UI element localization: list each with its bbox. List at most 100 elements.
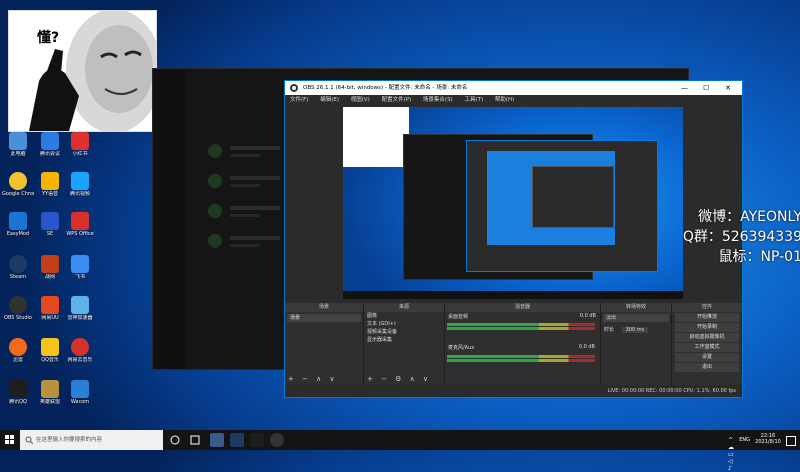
exit-button[interactable]: 退出 bbox=[675, 363, 739, 372]
studio-mode-button[interactable]: 工作室模式 bbox=[675, 343, 739, 352]
desktop-icon-xunlei[interactable]: 迅雷 bbox=[2, 338, 34, 363]
desktop-icon-yy[interactable]: YY语音 bbox=[34, 172, 66, 197]
background-app-row bbox=[208, 171, 288, 195]
menu-edit[interactable]: 编辑(E) bbox=[320, 97, 339, 103]
mixer-channel-name: 桌面音频 bbox=[448, 314, 469, 320]
menu-help[interactable]: 帮助(H) bbox=[495, 97, 514, 103]
meme-image: 懂? bbox=[8, 10, 157, 132]
qq-taskbar-icon[interactable] bbox=[250, 433, 264, 447]
start-virtual-camera-button[interactable]: 启动虚拟摄像机 bbox=[675, 333, 739, 342]
taskbar-search[interactable]: 在这里输入你要搜索的内容 bbox=[20, 430, 163, 450]
mixer-channel-db: 0.0 dB bbox=[578, 344, 595, 350]
desktop-icon-chrome[interactable]: Google Chrome bbox=[2, 172, 34, 197]
background-app-row bbox=[208, 201, 288, 225]
source-item-video-capture[interactable]: 视频采集设备 bbox=[364, 328, 444, 336]
task-view-grid-icon[interactable] bbox=[188, 433, 202, 447]
mixer-channel-db: 0.0 dB bbox=[579, 313, 596, 319]
desktop-icon-leishen[interactable]: 雷神加速器 bbox=[64, 296, 96, 321]
obs-taskbar-icon[interactable] bbox=[270, 433, 284, 447]
duration-label: 时长 bbox=[604, 327, 615, 333]
desktop-icon-se[interactable]: SE bbox=[34, 212, 66, 237]
tray-icons[interactable]: ^ ☁ ▭ ◁ ♪ bbox=[728, 437, 734, 472]
status-text: LIVE: 00:00:00 REC: 00:00:00 CPU: 1.1%, … bbox=[607, 388, 736, 394]
obs-titlebar[interactable]: OBS 26.1.1 (64-bit, windows) - 配置文件: 未命名… bbox=[285, 81, 742, 95]
desktop-icon-steam[interactable]: Steam bbox=[2, 255, 34, 280]
task-view-icon[interactable] bbox=[168, 433, 182, 447]
start-streaming-button[interactable]: 开始推流 bbox=[675, 313, 739, 322]
steam-taskbar-icon[interactable] bbox=[230, 433, 244, 447]
language-indicator[interactable]: ENG bbox=[739, 437, 750, 443]
menu-file[interactable]: 文件(F) bbox=[290, 97, 308, 103]
menu-scene-collection[interactable]: 场景集合(S) bbox=[423, 97, 453, 103]
menu-view[interactable]: 视图(V) bbox=[351, 97, 370, 103]
duration-field[interactable]: 300 ms bbox=[621, 327, 649, 333]
desktop-icon-lol[interactable]: 英雄联盟 bbox=[34, 380, 66, 405]
mixer-header: 混音器 bbox=[445, 303, 600, 312]
obs-docks: 场景 场景 + − ∧ ∨ 来源 图像 文本 (GDI+) 视频采集设备 显示器… bbox=[285, 303, 742, 397]
se-icon bbox=[41, 212, 59, 230]
scene-item[interactable]: 场景 bbox=[287, 314, 361, 322]
preview-nested-obs bbox=[466, 140, 658, 272]
close-button[interactable]: ✕ bbox=[718, 81, 738, 95]
obs-window[interactable]: OBS 26.1.1 (64-bit, windows) - 配置文件: 未命名… bbox=[284, 80, 743, 398]
desktop-icon-this-pc[interactable]: 此电脑 bbox=[2, 132, 34, 157]
source-item-display-capture[interactable]: 显示器采集 bbox=[364, 336, 444, 344]
search-icon bbox=[25, 436, 33, 444]
desktop-icon-xiaohongshu[interactable]: 小红书 bbox=[64, 132, 96, 157]
desktop-icon-wps[interactable]: WPS Office bbox=[64, 212, 96, 237]
source-item-image[interactable]: 图像 bbox=[364, 312, 444, 320]
meme-caption: 懂? bbox=[37, 30, 60, 46]
menu-profile[interactable]: 配置文件(P) bbox=[382, 97, 412, 103]
scenes-controls[interactable]: + − ∧ ∨ bbox=[288, 375, 338, 383]
desktop-icon-netease-music[interactable]: 网易云音乐 bbox=[64, 338, 96, 363]
start-button[interactable] bbox=[0, 430, 20, 450]
background-app-sidebar bbox=[153, 69, 186, 369]
uu-icon bbox=[41, 296, 59, 314]
obs-preview-canvas[interactable] bbox=[343, 107, 683, 299]
desktop-icon-wacom[interactable]: Wacom bbox=[64, 380, 96, 405]
obs-logo-icon bbox=[290, 84, 298, 92]
qq-penguin-icon bbox=[9, 380, 27, 398]
maximize-button[interactable]: ☐ bbox=[696, 81, 716, 95]
search-placeholder: 在这里输入你要搜索的内容 bbox=[36, 437, 103, 443]
sources-controls[interactable]: + − ⚙ ∧ ∨ bbox=[367, 375, 431, 383]
scenes-dock: 场景 场景 + − ∧ ∨ bbox=[285, 303, 364, 385]
feishu-icon bbox=[71, 255, 89, 273]
start-recording-button[interactable]: 开始录制 bbox=[675, 323, 739, 332]
clock[interactable]: 22:16 2021/8/10 bbox=[752, 433, 784, 445]
preview-nested-desktop bbox=[487, 151, 615, 245]
desktop-icon-qq[interactable]: 腾讯QQ bbox=[2, 380, 34, 405]
desktop-audio-meter bbox=[447, 323, 595, 337]
meme-face-drawing bbox=[29, 11, 156, 131]
easymod-icon bbox=[9, 212, 27, 230]
desktop-icon-tencent-meeting[interactable]: 腾讯会议 bbox=[34, 132, 66, 157]
mic-audio-meter bbox=[447, 355, 595, 369]
desktop-icon-qqmusic[interactable]: QQ音乐 bbox=[34, 338, 66, 363]
transition-select[interactable]: 淡出 bbox=[603, 314, 669, 322]
background-app-row bbox=[208, 141, 288, 165]
sources-dock: 来源 图像 文本 (GDI+) 视频采集设备 显示器采集 + − ⚙ ∧ ∨ bbox=[364, 303, 445, 385]
stream-text-overlay: 微博：AYEONLY Q群：526394339 鼠标：NP-01 bbox=[676, 207, 800, 267]
preview-nested-obs-deep bbox=[532, 166, 614, 228]
minimize-button[interactable]: — bbox=[675, 81, 695, 95]
taskbar: 在这里输入你要搜索的内容 ^ ☁ ▭ ◁ ♪ ENG 22:16 2021/8/… bbox=[0, 430, 800, 472]
controls-header: 控件 bbox=[672, 303, 742, 312]
desktop-icon-feishu[interactable]: 飞书 bbox=[64, 255, 96, 280]
notification-icon[interactable] bbox=[786, 436, 796, 446]
settings-button[interactable]: 设置 bbox=[675, 353, 739, 362]
desktop-icon-easymod[interactable]: EasyMod bbox=[2, 212, 34, 237]
app-taskbar-icon[interactable] bbox=[210, 433, 224, 447]
menu-tools[interactable]: 工具(T) bbox=[464, 97, 483, 103]
yy-icon bbox=[41, 172, 59, 190]
duration-row: 时长 300 ms bbox=[601, 324, 671, 335]
source-item-text[interactable]: 文本 (GDI+) bbox=[364, 320, 444, 328]
desktop-icon-obs[interactable]: OBS Studio bbox=[2, 296, 34, 321]
sources-header: 来源 bbox=[364, 303, 444, 312]
mixer-dock: 混音器 桌面音频 0.0 dB 麦克风/Aux 0.0 dB bbox=[445, 303, 601, 385]
obs-window-title: OBS 26.1.1 (64-bit, windows) - 配置文件: 未命名… bbox=[303, 85, 468, 91]
obs-statusbar: LIVE: 00:00:00 REC: 00:00:00 CPU: 1.1%, … bbox=[285, 385, 742, 397]
desktop-icon-tencent-video[interactable]: 腾讯视频 bbox=[64, 172, 96, 197]
desktop-icon-uu[interactable]: 网易UU bbox=[34, 296, 66, 321]
wacom-icon bbox=[71, 380, 89, 398]
desktop-icon-battlenet[interactable]: 战网 bbox=[34, 255, 66, 280]
